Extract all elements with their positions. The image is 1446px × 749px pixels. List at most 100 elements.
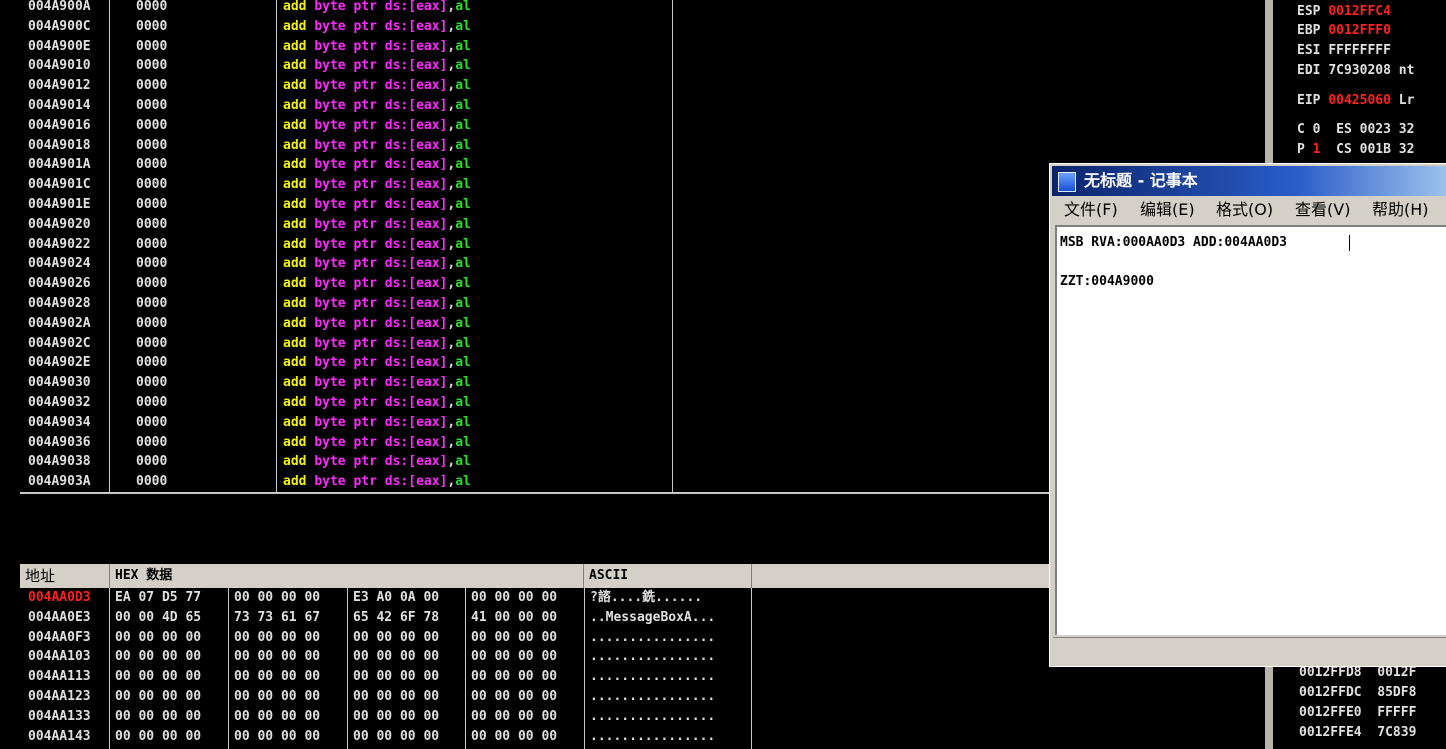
segment-extra: 32 bbox=[1398, 122, 1415, 137]
disasm-row[interactable]: 004A9030 0000 add byte ptr ds:[eax],al bbox=[20, 373, 1050, 393]
operand-size: byte bbox=[314, 216, 346, 232]
segment-name: CS bbox=[1336, 142, 1352, 157]
operand-memory: ds:[eax] bbox=[384, 216, 448, 232]
dump-hex-group: 00 00 00 00 bbox=[234, 649, 321, 665]
dump-hex-group: 73 73 61 67 bbox=[234, 609, 321, 625]
disasm-address: 004A901A bbox=[28, 157, 91, 173]
disasm-row[interactable]: 004A900A 0000 add byte ptr ds:[eax],al bbox=[20, 0, 1050, 17]
dump-row[interactable]: 004AA0F3 00 00 00 00 00 00 00 00 00 00 00 0… bbox=[20, 628, 1050, 648]
dump-row[interactable]: 004AA123 00 00 00 00 00 00 00 00 00 00 00 0… bbox=[20, 687, 1050, 707]
dump-hex-group: 00 00 00 00 bbox=[115, 649, 202, 665]
disasm-row[interactable]: 004A9038 0000 add byte ptr ds:[eax],al bbox=[20, 452, 1050, 472]
mnemonic: add bbox=[283, 375, 307, 391]
disasm-row[interactable]: 004A9028 0000 add byte ptr ds:[eax],al bbox=[20, 294, 1050, 314]
disasm-row[interactable]: 004A9016 0000 add byte ptr ds:[eax],al bbox=[20, 116, 1050, 136]
operand-memory: ds:[eax] bbox=[384, 355, 448, 371]
dump-row[interactable]: 004AA103 00 00 00 00 00 00 00 00 00 00 00 0… bbox=[20, 647, 1050, 667]
flag-value: 1 bbox=[1312, 142, 1321, 157]
operand-size: byte bbox=[314, 18, 346, 34]
disasm-hex: 0000 bbox=[136, 18, 168, 34]
disasm-row[interactable]: 004A900C 0000 add byte ptr ds:[eax],al bbox=[20, 17, 1050, 37]
operand-size: byte bbox=[314, 197, 346, 212]
mnemonic: add bbox=[283, 414, 307, 430]
dump-header: 地址 HEX 数据 ASCII bbox=[20, 564, 1050, 588]
dump-address: 004AA143 bbox=[28, 728, 91, 744]
operand-ptr: ptr bbox=[353, 414, 377, 430]
disasm-row[interactable]: 004A900E 0000 add byte ptr ds:[eax],al bbox=[20, 37, 1050, 57]
dump-pane[interactable]: 004AA0D3 EA 07 D5 77 00 00 00 00 E3 A0 0A 0… bbox=[20, 588, 1050, 749]
register-name: ESP bbox=[1297, 4, 1321, 19]
register-value: FFFFFFFF bbox=[1328, 43, 1391, 58]
disasm-row[interactable]: 004A9026 0000 add byte ptr ds:[eax],al bbox=[20, 274, 1050, 294]
disasm-row[interactable]: 004A9010 0000 add byte ptr ds:[eax],al bbox=[20, 56, 1050, 76]
stack-row[interactable]: 0012FFDC 85DF8 bbox=[1299, 683, 1416, 703]
dump-hex-group: 00 00 00 00 bbox=[115, 629, 202, 645]
disasm-hex: 0000 bbox=[136, 38, 168, 54]
dump-header-hex[interactable]: HEX 数据 bbox=[110, 564, 584, 588]
disasm-row[interactable]: 004A9036 0000 add byte ptr ds:[eax],al bbox=[20, 433, 1050, 453]
disasm-row[interactable]: 004A903A 0000 add byte ptr ds:[eax],al bbox=[20, 472, 1050, 492]
dump-header-address[interactable]: 地址 bbox=[20, 564, 110, 588]
disasm-row[interactable]: 004A9018 0000 add byte ptr ds:[eax],al bbox=[20, 136, 1050, 156]
operand-memory: ds:[eax] bbox=[384, 197, 448, 212]
mnemonic: add bbox=[283, 276, 307, 292]
operand-register: al bbox=[455, 414, 471, 430]
flag-row[interactable]: P 1 CS 001B 32 bbox=[1297, 140, 1414, 160]
stack-row[interactable]: 0012FFE4 7C839 bbox=[1299, 723, 1416, 743]
notepad-titlebar[interactable]: 无标题 - 记事本 bbox=[1052, 166, 1446, 196]
stack-row[interactable]: 0012FFE0 FFFFF bbox=[1299, 703, 1416, 723]
menu-help[interactable]: 帮助(H) bbox=[1372, 196, 1429, 224]
register-esp[interactable]: ESP 0012FFC4 bbox=[1297, 2, 1399, 22]
disasm-row[interactable]: 004A9022 0000 add byte ptr ds:[eax],al bbox=[20, 235, 1050, 255]
register-ebp[interactable]: EBP 0012FFF0 bbox=[1297, 21, 1399, 41]
dump-address: 004AA103 bbox=[28, 649, 91, 665]
dump-header-ascii[interactable]: ASCII bbox=[584, 564, 752, 588]
flag-name: C bbox=[1297, 122, 1305, 137]
disasm-row[interactable]: 004A902C 0000 add byte ptr ds:[eax],al bbox=[20, 334, 1050, 354]
mnemonic: add bbox=[283, 0, 307, 14]
dump-hex-group: EA 07 D5 77 bbox=[115, 590, 202, 605]
disasm-hex: 0000 bbox=[136, 276, 168, 292]
disasm-instruction: add byte ptr ds:[eax],al bbox=[283, 175, 471, 195]
dump-ascii: ................ bbox=[590, 629, 716, 645]
disasm-row[interactable]: 004A901C 0000 add byte ptr ds:[eax],al bbox=[20, 175, 1050, 195]
disasm-row[interactable]: 004A901E 0000 add byte ptr ds:[eax],al bbox=[20, 195, 1050, 215]
notepad-text-area[interactable]: MSB RVA:000AA0D3 ADD:004AA0D3 ZZT:004A90… bbox=[1055, 225, 1446, 635]
disasm-instruction: add byte ptr ds:[eax],al bbox=[283, 0, 471, 17]
menu-edit[interactable]: 编辑(E) bbox=[1140, 196, 1195, 224]
disasm-row[interactable]: 004A9032 0000 add byte ptr ds:[eax],al bbox=[20, 393, 1050, 413]
notepad-title: 无标题 - 记事本 bbox=[1084, 171, 1198, 190]
dump-row[interactable]: 004AA0D3 EA 07 D5 77 00 00 00 00 E3 A0 0A 0… bbox=[20, 588, 1050, 608]
menu-view[interactable]: 查看(V) bbox=[1295, 196, 1350, 224]
disasm-row[interactable]: 004A9020 0000 add byte ptr ds:[eax],al bbox=[20, 215, 1050, 235]
dump-row[interactable]: 004AA0E3 00 00 4D 65 73 73 61 67 65 42 6F 7… bbox=[20, 608, 1050, 628]
register-esi[interactable]: ESI FFFFFFFF bbox=[1297, 41, 1399, 61]
register-edi[interactable]: EDI 7C930208 nt bbox=[1297, 61, 1414, 81]
disasm-row[interactable]: 004A902E 0000 add byte ptr ds:[eax],al bbox=[20, 353, 1050, 373]
dump-row[interactable]: 004AA143 00 00 00 00 00 00 00 00 00 00 00 0… bbox=[20, 727, 1050, 747]
dump-hex-group: 00 00 00 00 bbox=[115, 669, 202, 685]
notepad-window[interactable]: 无标题 - 记事本 文件(F) 编辑(E) 格式(O) 查看(V) 帮助(H) … bbox=[1049, 163, 1446, 667]
disasm-row[interactable]: 004A902A 0000 add byte ptr ds:[eax],al bbox=[20, 314, 1050, 334]
disassembly-pane[interactable]: 004A900A 0000 add byte ptr ds:[eax],al 004A… bbox=[20, 0, 1050, 492]
disasm-hex: 0000 bbox=[136, 157, 168, 173]
disasm-hex: 0000 bbox=[136, 355, 168, 371]
disasm-instruction: add byte ptr ds:[eax],al bbox=[283, 96, 471, 116]
menu-format[interactable]: 格式(O) bbox=[1216, 196, 1273, 224]
disasm-row[interactable]: 004A9034 0000 add byte ptr ds:[eax],al bbox=[20, 413, 1050, 433]
disasm-instruction: add byte ptr ds:[eax],al bbox=[283, 76, 471, 96]
dump-address: 004AA133 bbox=[28, 708, 91, 724]
disasm-row[interactable]: 004A901A 0000 add byte ptr ds:[eax],al bbox=[20, 155, 1050, 175]
dump-row[interactable]: 004AA113 00 00 00 00 00 00 00 00 00 00 00 0… bbox=[20, 667, 1050, 687]
dump-row[interactable]: 004AA133 00 00 00 00 00 00 00 00 00 00 00 0… bbox=[20, 707, 1050, 727]
notepad-app-icon bbox=[1058, 172, 1076, 192]
disasm-row[interactable]: 004A9012 0000 add byte ptr ds:[eax],al bbox=[20, 76, 1050, 96]
menu-file[interactable]: 文件(F) bbox=[1064, 196, 1118, 224]
register-eip[interactable]: EIP 00425060 Lr bbox=[1297, 91, 1414, 111]
disasm-row[interactable]: 004A9024 0000 add byte ptr ds:[eax],al bbox=[20, 254, 1050, 274]
segment-name: ES bbox=[1336, 122, 1352, 137]
flag-row[interactable]: C 0 ES 0023 32 bbox=[1297, 120, 1414, 140]
disasm-row[interactable]: 004A9014 0000 add byte ptr ds:[eax],al bbox=[20, 96, 1050, 116]
operand-ptr: ptr bbox=[353, 18, 377, 34]
operand-size: byte bbox=[314, 38, 346, 54]
